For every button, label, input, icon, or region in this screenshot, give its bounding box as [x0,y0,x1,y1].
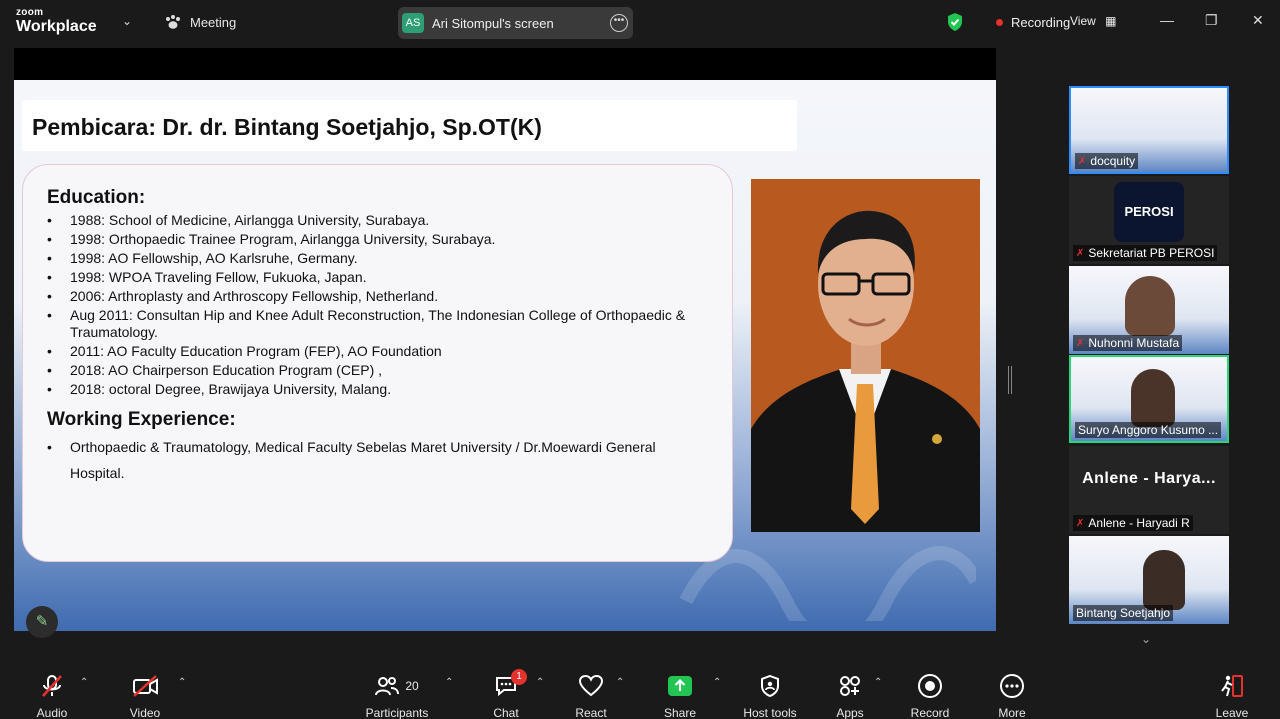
leave-icon [1212,672,1252,700]
chevron-up-icon[interactable]: ⌃ [616,677,624,688]
record-icon [906,672,954,700]
host-tools-label: Host tools [743,706,797,719]
participant-tile-active-speaker[interactable]: Suryo Anggoro Kusumo ... [1069,355,1229,443]
meeting-label: Meeting [190,14,237,30]
participant-tile[interactable]: ✗ docquity [1069,86,1229,174]
view-label: View [1070,14,1096,28]
shield-check-icon[interactable] [946,12,964,32]
top-bar: zoom Workplace ⌄ Meeting AS Ari Sitompul… [0,0,1280,46]
paw-icon [166,15,180,29]
participants-icon: 20 [362,672,432,700]
screen-share-pill[interactable]: AS Ari Sitompul's screen ••• [398,7,633,39]
audio-button[interactable]: Audio [30,672,74,719]
participant-name: ✗ Nuhonni Mustafa [1073,335,1183,351]
participant-tile[interactable]: Bintang Soetjahjo [1069,536,1229,624]
chat-label: Chat [493,706,519,719]
more-button[interactable]: More [992,672,1032,719]
participants-button[interactable]: 20 Participants [362,672,432,719]
perosi-logo: PEROSI [1114,182,1184,242]
participant-tile[interactable]: ✗ Nuhonni Mustafa [1069,266,1229,354]
more-label: More [998,706,1026,719]
chevron-up-icon[interactable]: ⌃ [445,677,453,688]
person-silhouette [1143,550,1185,610]
share-letterbox [14,48,996,80]
mic-off-icon: ✗ [1078,155,1087,167]
logo-line1: zoom [16,7,44,18]
more-icon [992,672,1032,700]
mic-off-icon: ✗ [1076,247,1085,259]
react-label: React [575,706,607,719]
zoom-logo[interactable]: zoom Workplace [16,8,97,35]
mic-off-icon: ✗ [1076,517,1085,529]
chevron-down-icon[interactable]: ⌄ [1141,632,1151,646]
apps-icon [830,672,870,700]
person-silhouette [1131,369,1175,427]
leave-button[interactable]: Leave [1212,672,1252,719]
work-heading: Working Experience: [47,409,236,430]
grid-icon: ▦ [1105,14,1117,28]
mic-off-icon: ✗ [1076,337,1085,349]
chevron-up-icon[interactable]: ⌃ [536,677,544,688]
participant-name: ✗ docquity [1075,153,1139,169]
slide-title: Pembicara: Dr. dr. Bintang Soetjahjo, Sp… [32,114,542,140]
participant-display-name: Anlene - Harya... [1082,470,1216,487]
share-button[interactable]: Share [660,672,700,719]
apps-label: Apps [836,706,864,719]
recording-dot-icon [996,18,1003,26]
participant-tile[interactable]: Anlene - Harya... ✗ Anlene - Haryadi R [1069,446,1229,534]
share-pill-label: Ari Sitompul's screen [432,15,554,31]
shield-icon [738,672,802,700]
recording-status[interactable]: Recording [946,12,1070,32]
video-label: Video [129,706,161,719]
recording-label: Recording [1011,14,1071,30]
education-heading: Education: [47,187,146,208]
participant-name: ✗ Anlene - Haryadi R [1073,515,1193,531]
meeting-info-button[interactable]: Meeting [164,14,236,30]
avatar: AS [402,13,424,33]
participants-count: 20 [405,679,419,693]
share-label: Share [663,706,697,719]
video-button[interactable]: Video [123,672,167,719]
audio-label: Audio [36,706,68,719]
bottom-toolbar [0,660,1280,719]
speaker-photo [751,179,980,532]
chat-unread-badge: 1 [511,669,527,685]
participants-label: Participants [365,706,429,719]
participant-name: Bintang Soetjahjo [1073,605,1174,621]
chevron-up-icon[interactable]: ⌃ [178,677,186,688]
panel-resize-handle[interactable] [1008,366,1012,394]
person-silhouette [1125,276,1175,336]
restore-icon[interactable]: ❐ [1205,12,1218,29]
mic-muted-icon [30,672,74,700]
react-button[interactable]: React [570,672,612,719]
record-label: Record [910,706,950,719]
minimize-icon[interactable]: — [1160,12,1174,28]
logo-line2: Workplace [16,18,97,35]
more-options-icon[interactable]: ••• [610,14,628,32]
leave-label: Leave [1215,706,1249,719]
chevron-up-icon[interactable]: ⌃ [874,677,882,688]
chevron-down-icon[interactable]: ⌄ [122,14,132,28]
shared-slide[interactable]: Pembicara: Dr. dr. Bintang Soetjahjo, Sp… [14,80,996,631]
chevron-up-icon[interactable]: ⌃ [80,677,88,688]
host-tools-button[interactable]: Host tools [738,672,802,719]
chevron-up-icon[interactable]: ⌃ [713,677,721,688]
participant-name: ✗ Sekretariat PB PEROSI [1073,245,1218,261]
close-icon[interactable]: ✕ [1252,12,1264,29]
record-button[interactable]: Record [906,672,954,719]
slide-content-box: Education: • 1988: School of Medicine, Ai… [22,164,733,562]
view-button[interactable]: View ▦ [1070,14,1116,28]
participant-name: Suryo Anggoro Kusumo ... [1075,422,1222,438]
annotate-pencil-icon[interactable]: ✎ [26,606,58,638]
portrait-illustration [751,210,980,532]
share-screen-icon [660,672,700,700]
video-off-icon [123,672,167,700]
apps-button[interactable]: Apps [830,672,870,719]
participant-tile[interactable]: PEROSI ✗ Sekretariat PB PEROSI [1069,176,1229,264]
heart-icon [570,672,612,700]
